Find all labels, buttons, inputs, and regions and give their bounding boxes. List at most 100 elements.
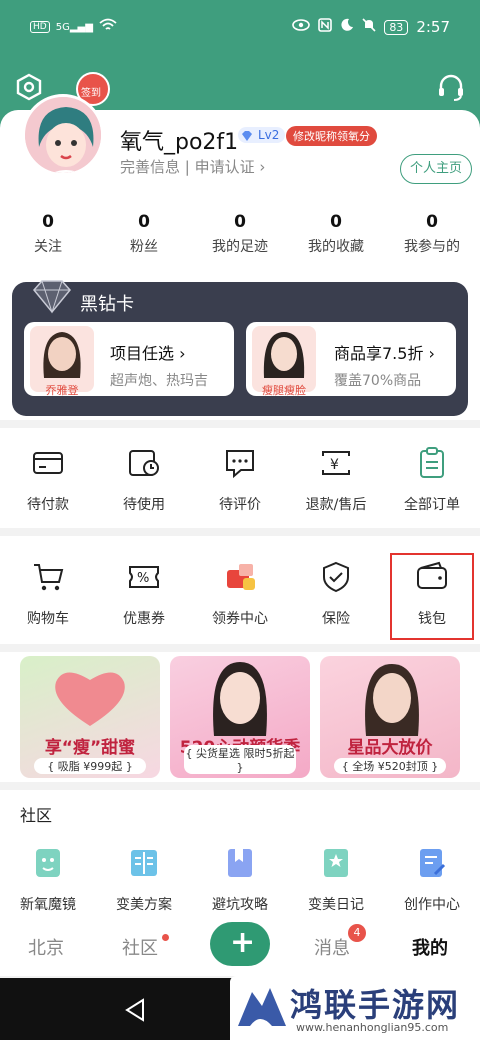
- stat-label: 我参与的: [404, 239, 460, 255]
- model-portrait: [365, 664, 419, 736]
- community-title: 社区: [20, 806, 53, 825]
- divider: [0, 644, 480, 652]
- service-cart[interactable]: 购物车: [0, 560, 96, 628]
- clock-card-icon: [129, 450, 159, 476]
- username: 氧气_po2f1: [120, 130, 239, 155]
- stat-value: 0: [138, 212, 150, 232]
- plus-icon: +: [230, 925, 256, 960]
- modify-nickname-tag[interactable]: 修改昵称领氧分: [286, 126, 377, 146]
- vip-offer-heading: 项目任选 ›: [110, 340, 186, 364]
- coupon-icon: %: [129, 566, 159, 588]
- promo-subtitle: { 全场 ¥520封顶 }: [334, 758, 446, 774]
- tab-mine[interactable]: 我的: [412, 934, 448, 960]
- tool-creator-center[interactable]: 创作中心: [384, 846, 480, 914]
- watermark-url: www.henanhonglian95.com: [296, 1021, 449, 1034]
- stat-value: 0: [426, 212, 438, 232]
- back-triangle-icon[interactable]: [124, 998, 146, 1022]
- model-portrait: [213, 662, 267, 736]
- app-root: HD 5G▂▄▆ 83 2:57 签到 氧气_po2f1 Lv2 修改昵称领氧分…: [0, 0, 480, 1040]
- svg-text:%: %: [137, 571, 149, 586]
- tool-label: 变美日记: [308, 897, 364, 913]
- bookmark-icon: [228, 849, 252, 877]
- promo-banner-520[interactable]: 520心动颜货季 { 尖货星选 限时5折起 }: [170, 656, 310, 778]
- vip-offer-image: 乔雅登: [30, 326, 94, 397]
- stats-row: 0 关注 0 粉丝 0 我的足迹 0 我的收藏 0 我参与的: [0, 212, 480, 262]
- divider: [0, 420, 480, 428]
- profile-sub-info-text: 完善信息 | 申请认证: [120, 158, 255, 176]
- order-label: 待付款: [27, 497, 69, 513]
- service-insurance[interactable]: 保险: [288, 560, 384, 628]
- tool-pitfall-guide[interactable]: 避坑攻略: [192, 846, 288, 914]
- order-label: 待评价: [219, 497, 261, 513]
- stat-participated[interactable]: 0 我参与的: [384, 212, 480, 262]
- promo-banner-star[interactable]: 星品大放价 { 全场 ¥520封顶 }: [320, 656, 460, 778]
- order-label: 退款/售后: [305, 497, 367, 513]
- messages-badge: 4: [348, 924, 366, 942]
- tool-label: 避坑攻略: [212, 897, 268, 913]
- order-pending-use[interactable]: 待使用: [96, 446, 192, 514]
- post-button[interactable]: +: [210, 922, 270, 966]
- vip-offer-sub: 超声炮、热玛吉: [110, 373, 208, 389]
- comment-icon: [226, 450, 254, 479]
- divider: [0, 528, 480, 536]
- tool-magic-mirror[interactable]: 新氧魔镜: [0, 846, 96, 914]
- tab-community[interactable]: 社区: [122, 934, 158, 960]
- gift-icon: [227, 564, 255, 590]
- profile-sub-info[interactable]: 完善信息 | 申请认证 ›: [120, 156, 265, 177]
- tool-beauty-diary[interactable]: 变美日记: [288, 846, 384, 914]
- battery-level: 83: [384, 19, 409, 35]
- promo-title: 享“瘦”甜蜜: [44, 738, 136, 758]
- service-label: 领券中心: [212, 611, 268, 627]
- watermark-logo: [238, 988, 286, 1026]
- headset-icon: [439, 74, 463, 101]
- vip-offer-sub: 覆盖70%商品: [334, 373, 422, 389]
- order-pending-payment[interactable]: 待付款: [0, 446, 96, 514]
- black-diamond-title: 黑钻卡: [80, 294, 134, 315]
- vip-offer-heading: 商品享7.5折 ›: [334, 340, 435, 364]
- service-coupon[interactable]: % 优惠券: [96, 560, 192, 628]
- stat-following[interactable]: 0 关注: [0, 212, 96, 262]
- stat-favorites[interactable]: 0 我的收藏: [288, 212, 384, 262]
- tab-messages[interactable]: 消息: [314, 934, 350, 960]
- promo-title: 星品大放价: [347, 738, 433, 758]
- community-unread-dot: [162, 934, 169, 941]
- sign-in-label: 签到: [81, 88, 101, 99]
- nfc-icon: [318, 18, 333, 36]
- stat-footprints[interactable]: 0 我的足迹: [192, 212, 288, 262]
- wifi-icon: [99, 18, 117, 36]
- vip-offer-tag: 乔雅登: [45, 384, 79, 397]
- edit-doc-icon: [420, 849, 446, 877]
- order-pending-review[interactable]: 待评价: [192, 446, 288, 514]
- avatar[interactable]: [22, 94, 104, 176]
- tool-label: 新氧魔镜: [20, 897, 76, 913]
- settings-button[interactable]: [14, 72, 44, 102]
- cart-icon: [34, 564, 64, 591]
- wallet-highlight-box: [390, 553, 474, 640]
- heart-illustration: [55, 672, 125, 726]
- promo-subtitle: { 尖货星选 限时5折起 }: [184, 745, 296, 774]
- order-all[interactable]: 全部订单: [384, 446, 480, 514]
- service-label: 优惠券: [123, 611, 165, 627]
- divider: [0, 782, 480, 790]
- card-icon: [33, 452, 63, 474]
- svg-text:¥: ¥: [330, 457, 339, 473]
- stat-label: 关注: [34, 239, 62, 255]
- service-coupon-center[interactable]: 领券中心: [192, 560, 288, 628]
- vip-offer-tag: 瘦腿瘦脸: [262, 384, 306, 397]
- moon-icon: [340, 18, 354, 36]
- clock-time: 2:57: [416, 18, 450, 36]
- vip-offer-image: 瘦腿瘦脸: [252, 326, 316, 397]
- vip-offer-heading-text: 项目任选: [110, 344, 175, 363]
- tab-beijing[interactable]: 北京: [28, 934, 64, 960]
- promo-banner-slim[interactable]: 享“瘦”甜蜜 { 吸脂 ¥999起 }: [20, 656, 160, 778]
- stat-value: 0: [330, 212, 342, 232]
- tool-beauty-plan[interactable]: 变美方案: [96, 846, 192, 914]
- order-refund[interactable]: ¥ 退款/售后: [288, 446, 384, 514]
- customer-service-button[interactable]: [436, 72, 466, 102]
- signal-icon: 5G▂▄▆: [55, 21, 93, 33]
- chevron-right-icon: ›: [259, 158, 266, 176]
- stat-followers[interactable]: 0 粉丝: [96, 212, 192, 262]
- homepage-button[interactable]: 个人主页: [400, 154, 472, 184]
- refund-icon: ¥: [322, 451, 350, 475]
- face-scan-icon: [36, 849, 60, 877]
